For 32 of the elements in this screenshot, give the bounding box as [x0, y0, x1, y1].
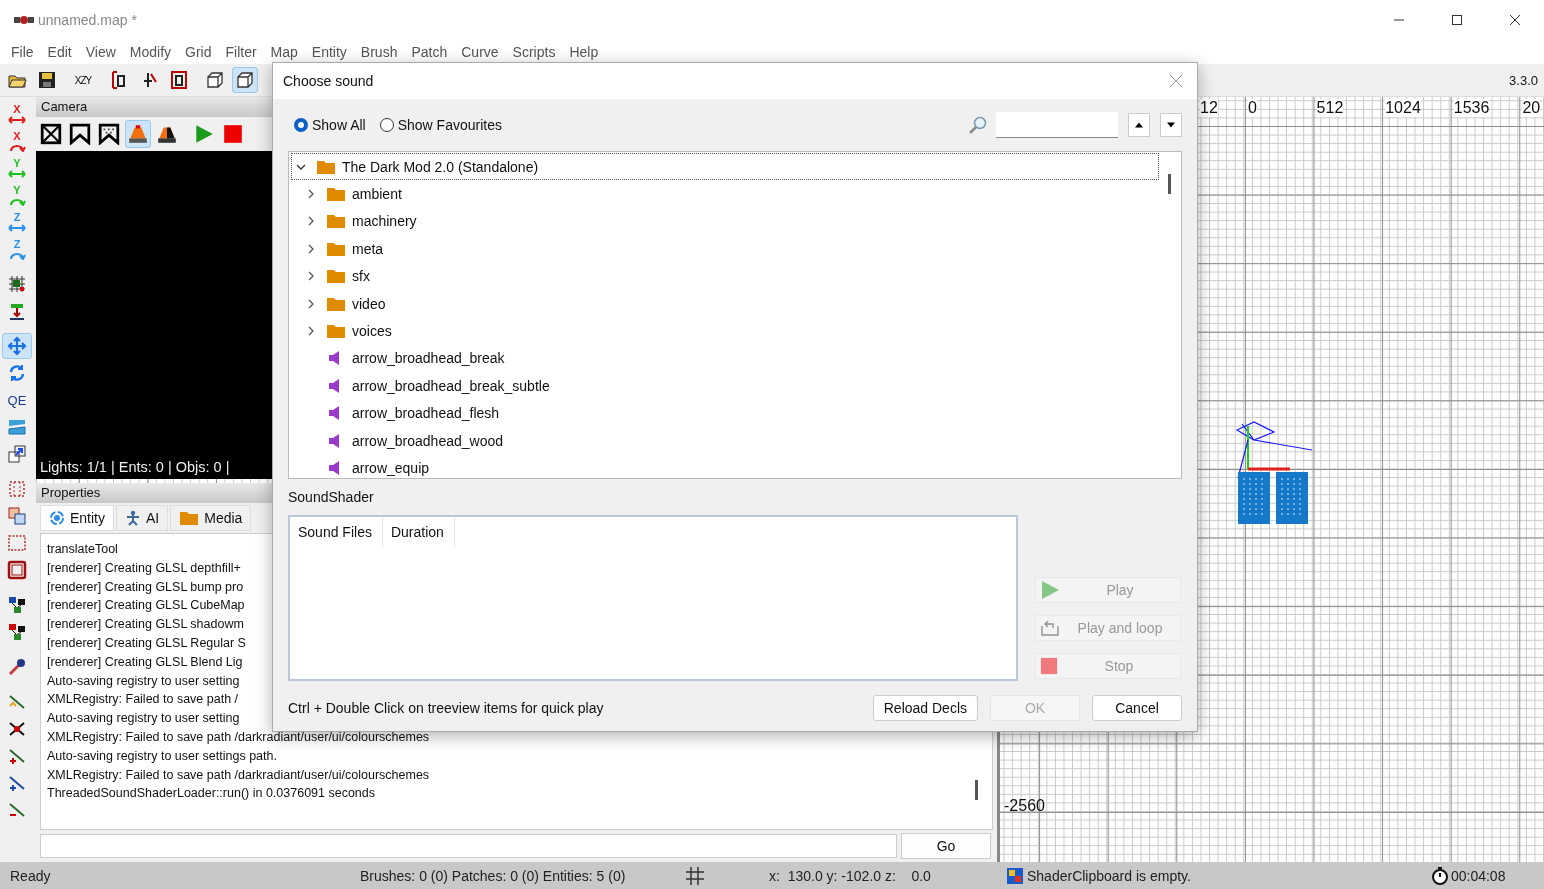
ruler-label: 12: [1200, 99, 1218, 117]
camera-stats: Lights: 1/1 | Ents: 0 | Objs: 0 |: [40, 459, 230, 475]
console-line: [renderer] Creating GLSL Blend Lig: [46, 653, 243, 671]
ruler-label: 0: [1248, 99, 1257, 117]
status-counts: Brushes: 0 (0) Patches: 0 (0) Entities: 5 (0): [360, 867, 627, 884]
console-line: Auto-saving registry to user setting: [46, 710, 240, 728]
console-line: XMLRegistry: Failed to save path /darkradiant/user/ui/colourschemes: [46, 766, 430, 784]
ruler-label: 512: [1316, 99, 1344, 117]
status-text: Ready: [10, 867, 52, 884]
window-title: unnamed.map *: [38, 12, 137, 28]
version-label: 3.3.0: [1509, 72, 1538, 88]
console-line: XMLRegistry: Failed to save path /darkradiant/user/ui/colourschemes: [46, 728, 430, 746]
console-line: [renderer] Creating GLSL CubeMap: [46, 597, 245, 615]
status-timer: 00:04:08: [1450, 867, 1506, 884]
ruler-label: 1024: [1385, 99, 1421, 117]
console-line: [renderer] Creating GLSL depthfill+: [46, 559, 241, 577]
console-line: ThreadedSoundShaderLoader::run() in 0.0376091 seconds: [46, 785, 375, 803]
ruler-label: 20: [1522, 99, 1541, 117]
console-line: [renderer] Creating GLSL shadowm: [46, 616, 244, 634]
console-line: Auto-saving registry to user settings path.: [46, 747, 277, 765]
console-line: Auto-saving registry to user setting: [46, 672, 240, 690]
ruler-label: 1536: [1453, 99, 1490, 117]
status-clipboard: ShaderClipboard is empty.: [1027, 867, 1191, 884]
ruler-label: -2560: [1004, 797, 1045, 815]
panel-title: Camera: [36, 97, 272, 117]
status-position: x: 130.0 y: -102.0 z: 0.0: [769, 867, 932, 884]
console-line: translateTool: [46, 541, 118, 558]
console-line: XMLRegistry: Failed to save path /: [46, 691, 239, 709]
console-line: [renderer] Creating GLSL Regular S: [46, 635, 246, 652]
console-line: [renderer] Creating GLSL bump pro: [46, 578, 244, 596]
dialog-title: Choose sound: [283, 73, 374, 89]
hint-text: Ctrl + Double Click on treeview items for quick play: [288, 700, 605, 716]
